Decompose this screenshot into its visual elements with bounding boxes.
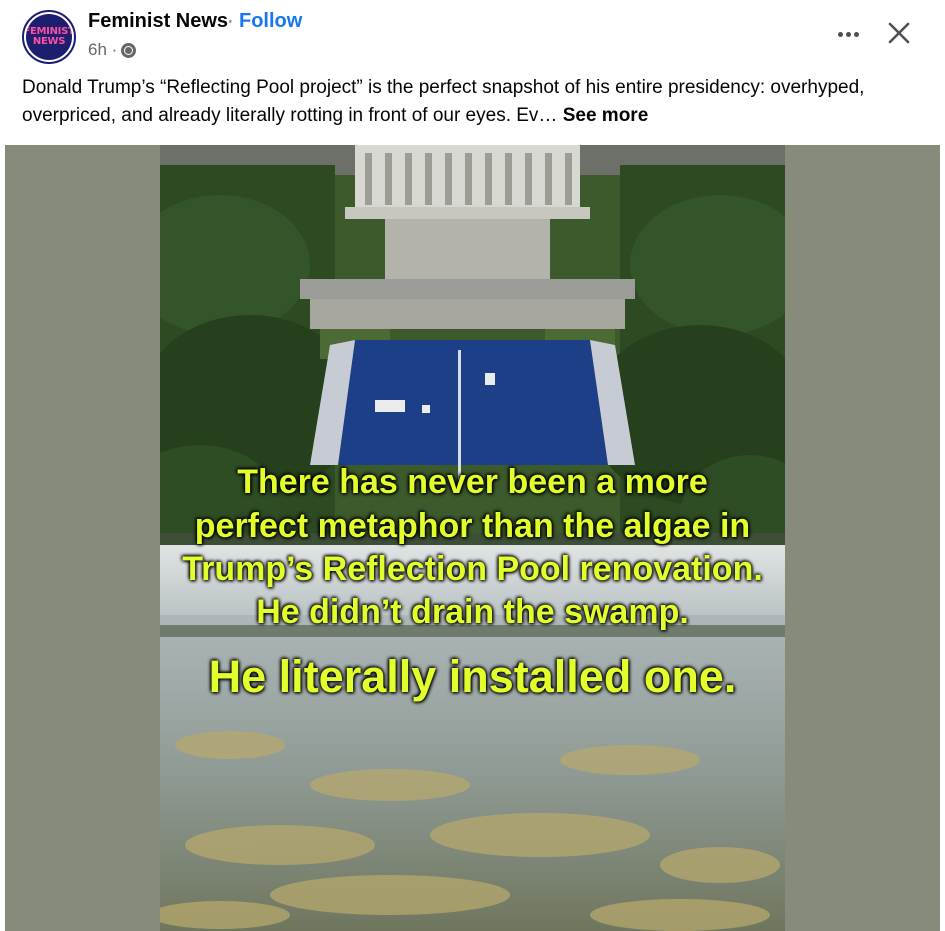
close-button[interactable] [880, 14, 918, 52]
avatar-logo: FEMINIST NEWS [26, 14, 72, 60]
avatar-logo-line-2: NEWS [32, 36, 66, 47]
post-text: Donald Trump’s “Reflecting Pool project”… [22, 77, 865, 126]
globe-icon [121, 42, 137, 58]
post-media[interactable]: There has never been a more perfect meta… [5, 145, 940, 931]
post-body: Donald Trump’s “Reflecting Pool project”… [22, 74, 922, 130]
caption-line-3: Trump’s Reflection Pool renovation. [182, 550, 763, 588]
caption-line-2: perfect metaphor than the algae in [194, 507, 751, 545]
caption-line-5: He literally installed one. [208, 651, 737, 702]
post-timestamp[interactable]: 6h · [88, 40, 137, 60]
timestamp-text: 6h · [88, 40, 118, 59]
see-more-link[interactable]: See more [563, 105, 649, 126]
more-options-button[interactable] [828, 18, 868, 50]
separator-dot: · [227, 10, 234, 32]
facebook-post: FEMINIST NEWS Feminist News · Follow 6h … [0, 0, 945, 931]
page-name-link[interactable]: Feminist News [88, 10, 228, 33]
caption-line-1: There has never been a more [237, 463, 708, 501]
caption-line-4: He didn’t drain the swamp. [256, 593, 689, 631]
close-icon [888, 22, 910, 44]
post-photo[interactable]: There has never been a more perfect meta… [160, 145, 785, 931]
more-options-icon [837, 31, 843, 37]
page-avatar[interactable]: FEMINIST NEWS [22, 10, 76, 64]
follow-button[interactable]: Follow [239, 10, 302, 33]
